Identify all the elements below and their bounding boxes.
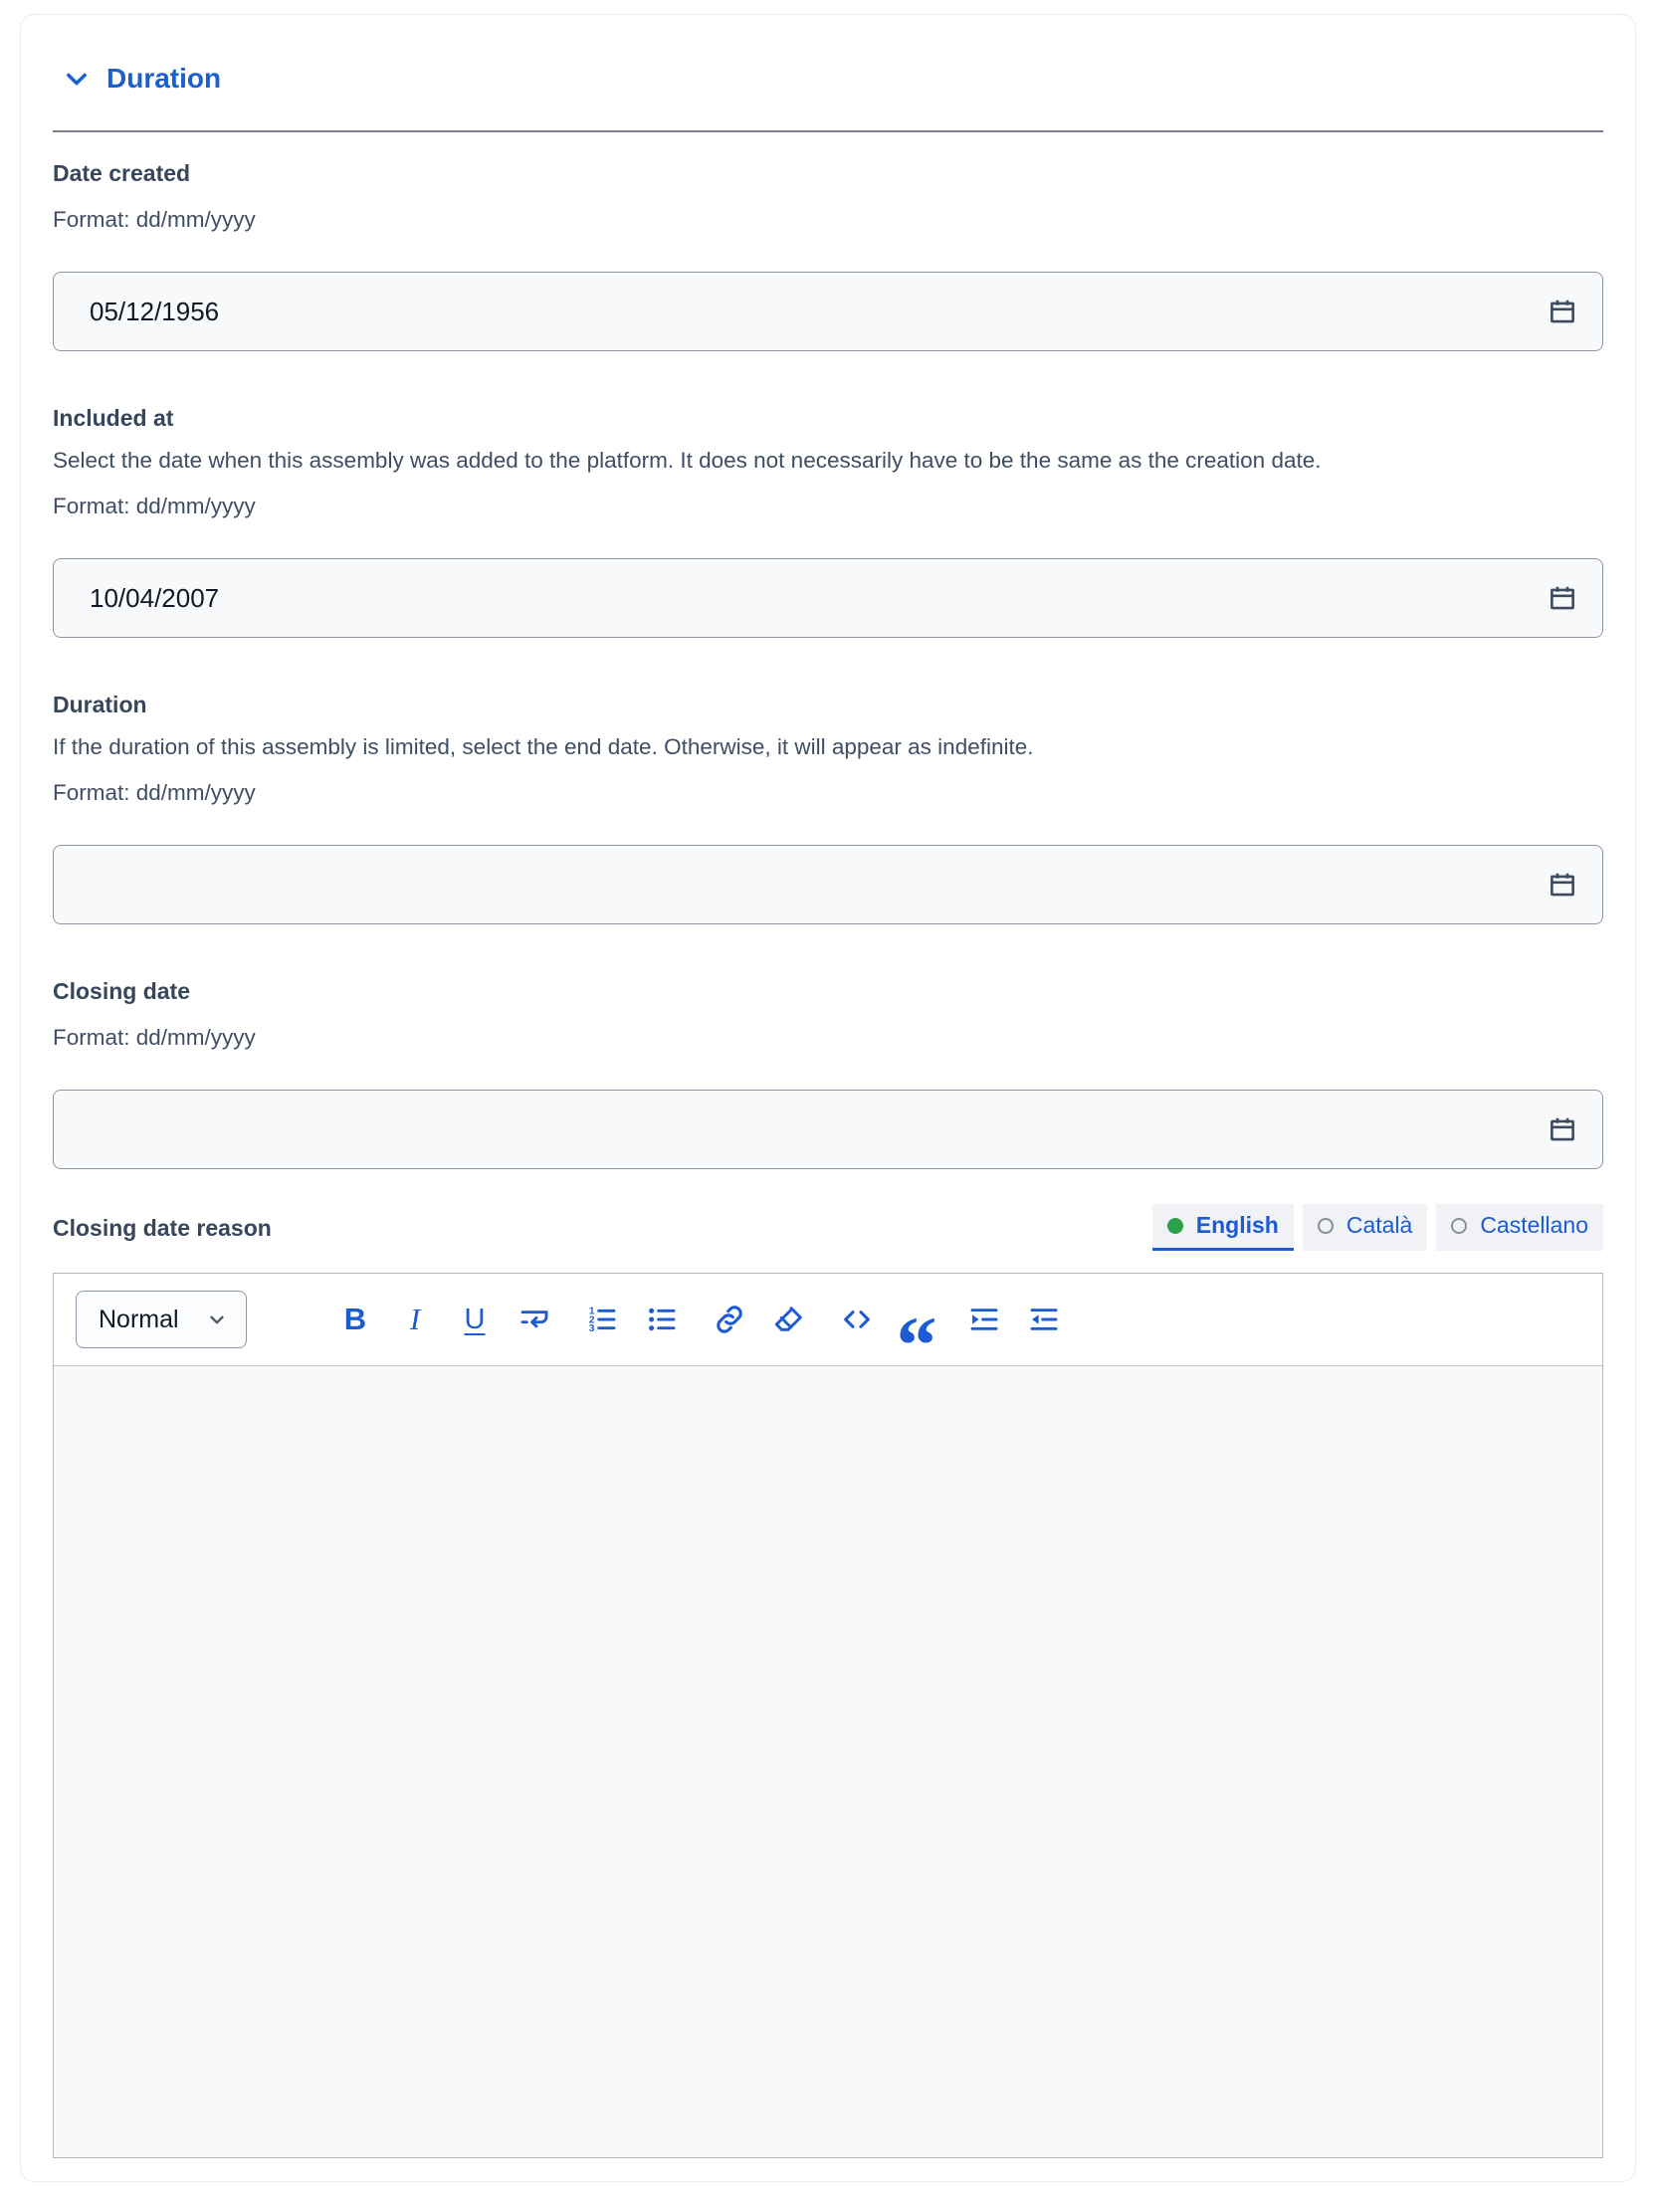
- toolbar-group-text-style: B I U: [334, 1297, 555, 1342]
- closing-date-reason-editor-content[interactable]: [54, 1365, 1602, 2157]
- section-divider: [53, 130, 1603, 132]
- bullet-list-icon: [646, 1304, 678, 1335]
- toolbar-group-indent: [963, 1297, 1065, 1342]
- ordered-list-icon: 123: [586, 1304, 618, 1335]
- duration-label: Duration: [53, 688, 1603, 721]
- closing-date-reason-label: Closing date reason: [53, 1211, 272, 1245]
- language-tab-label: English: [1196, 1212, 1279, 1239]
- calendar-icon[interactable]: [1546, 868, 1579, 902]
- underline-icon: U: [465, 1304, 486, 1336]
- closing-date-reason-header: Closing date reason English Català Caste…: [53, 1205, 1603, 1251]
- rich-text-editor: Normal B I U 123: [53, 1273, 1603, 2158]
- included-at-label: Included at: [53, 401, 1603, 435]
- translation-empty-circle-icon: [1318, 1218, 1334, 1234]
- bold-icon: B: [344, 1302, 366, 1337]
- section-toggle[interactable]: Duration: [63, 59, 1603, 99]
- editor-toolbar: Normal B I U 123: [54, 1274, 1602, 1365]
- link-button[interactable]: [709, 1297, 750, 1342]
- toolbar-group-lists: 123: [581, 1297, 683, 1342]
- language-tabs: English Català Castellano: [1152, 1204, 1603, 1251]
- link-icon: [714, 1304, 745, 1335]
- translation-empty-circle-icon: [1451, 1218, 1467, 1234]
- svg-text:3: 3: [589, 1323, 595, 1334]
- calendar-icon[interactable]: [1546, 1112, 1579, 1146]
- chevron-down-icon: [63, 65, 91, 93]
- code-button[interactable]: [836, 1297, 878, 1342]
- underline-button[interactable]: U: [454, 1297, 496, 1342]
- line-break-icon: [518, 1304, 550, 1335]
- duration-format-hint: Format: dd/mm/yyyy: [53, 771, 1603, 815]
- closing-date-field: [53, 1090, 1603, 1169]
- code-icon: [841, 1304, 873, 1335]
- outdent-icon: [1028, 1304, 1060, 1335]
- closing-date-input[interactable]: [53, 1090, 1603, 1169]
- outdent-button[interactable]: [1023, 1297, 1065, 1342]
- paragraph-style-value: Normal: [99, 1306, 179, 1334]
- included-at-description: Select the date when this assembly was a…: [53, 439, 1603, 483]
- indent-icon: [968, 1304, 1000, 1335]
- line-break-button[interactable]: [514, 1297, 555, 1342]
- included-at-field: [53, 558, 1603, 638]
- paragraph-style-select[interactable]: Normal: [76, 1291, 247, 1348]
- italic-button[interactable]: I: [394, 1297, 436, 1342]
- language-tab-label: Català: [1346, 1212, 1412, 1239]
- calendar-icon[interactable]: [1546, 295, 1579, 328]
- duration-section-card: Duration Date created Format: dd/mm/yyyy…: [20, 14, 1636, 2182]
- bold-button[interactable]: B: [334, 1297, 376, 1342]
- date-created-field: [53, 272, 1603, 351]
- ordered-list-button[interactable]: 123: [581, 1297, 623, 1342]
- date-created-input[interactable]: [53, 272, 1603, 351]
- calendar-icon[interactable]: [1546, 581, 1579, 615]
- duration-field: [53, 845, 1603, 924]
- date-created-format-hint: Format: dd/mm/yyyy: [53, 198, 1603, 242]
- section-title: Duration: [106, 63, 221, 95]
- duration-description: If the duration of this assembly is limi…: [53, 725, 1603, 769]
- included-at-input[interactable]: [53, 558, 1603, 638]
- closing-date-label: Closing date: [53, 974, 1603, 1008]
- toolbar-group-link: [709, 1297, 810, 1342]
- clear-formatting-button[interactable]: [768, 1297, 810, 1342]
- date-created-label: Date created: [53, 156, 1603, 190]
- bullet-list-button[interactable]: [641, 1297, 683, 1342]
- eraser-icon: [773, 1304, 805, 1335]
- closing-date-format-hint: Format: dd/mm/yyyy: [53, 1016, 1603, 1060]
- language-tab-english[interactable]: English: [1152, 1204, 1294, 1251]
- language-tab-castellano[interactable]: Castellano: [1436, 1204, 1603, 1251]
- blockquote-button[interactable]: “: [896, 1297, 937, 1342]
- translation-complete-dot-icon: [1167, 1218, 1183, 1234]
- included-at-format-hint: Format: dd/mm/yyyy: [53, 485, 1603, 528]
- toolbar-group-blocks: “: [836, 1297, 937, 1342]
- language-tab-label: Castellano: [1480, 1212, 1588, 1239]
- duration-input[interactable]: [53, 845, 1603, 924]
- indent-button[interactable]: [963, 1297, 1005, 1342]
- italic-icon: I: [410, 1302, 420, 1337]
- chevron-down-icon: [206, 1308, 228, 1330]
- language-tab-catala[interactable]: Català: [1303, 1204, 1427, 1251]
